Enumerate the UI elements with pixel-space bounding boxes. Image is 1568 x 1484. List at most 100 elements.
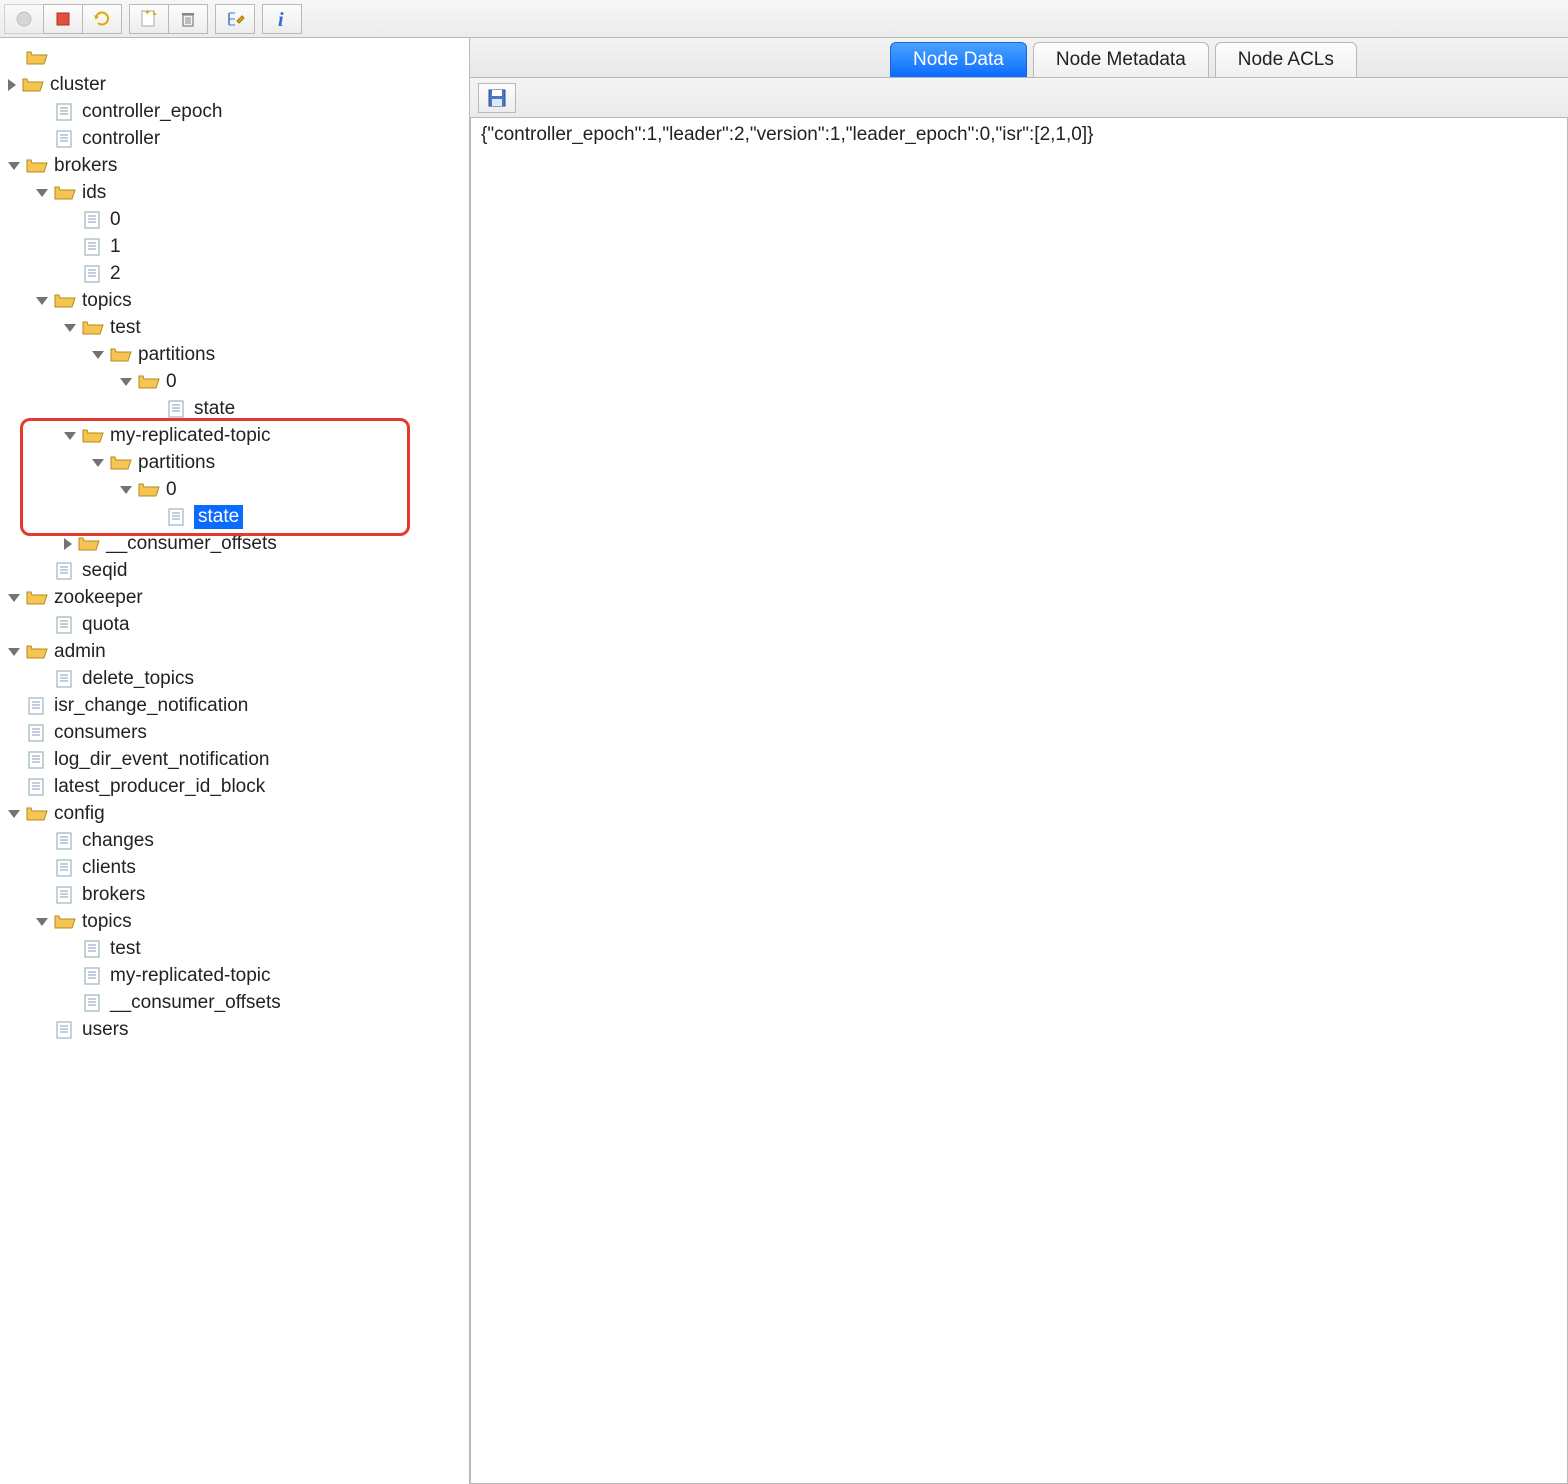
disclosure-triangle-icon[interactable]	[92, 351, 104, 359]
tree-node-test[interactable]: test	[8, 935, 469, 962]
file-icon	[26, 777, 48, 797]
disclosure-triangle-icon[interactable]	[8, 594, 20, 602]
tab-node-metadata[interactable]: Node Metadata	[1033, 42, 1209, 77]
tree-node-0[interactable]: 0	[8, 368, 469, 395]
tree-node-label: 0	[166, 371, 177, 393]
disclosure-triangle-icon[interactable]	[92, 459, 104, 467]
disclosure-triangle-icon[interactable]	[64, 432, 76, 440]
tree-node-label: consumers	[54, 722, 147, 744]
folder-icon	[82, 318, 104, 338]
tree-node-users[interactable]: users	[8, 1016, 469, 1043]
tree-node-log_dir_event_notification[interactable]: log_dir_event_notification	[8, 746, 469, 773]
tree-node-test[interactable]: test	[8, 314, 469, 341]
tree-node-label: state	[194, 398, 235, 420]
tree-node-2[interactable]: 2	[8, 260, 469, 287]
tree-node-label: controller_epoch	[82, 101, 222, 123]
tree-node-__consumer_offsets[interactable]: __consumer_offsets	[8, 989, 469, 1016]
file-icon	[166, 507, 188, 527]
folder-icon	[26, 588, 48, 608]
tree-node-label: __consumer_offsets	[106, 533, 277, 555]
tree-node-state[interactable]: state	[8, 503, 469, 530]
tree-node-consumers[interactable]: consumers	[8, 719, 469, 746]
tab-node-data[interactable]: Node Data	[890, 42, 1027, 77]
tree-node-partitions[interactable]: partitions	[8, 341, 469, 368]
tree-node-topics[interactable]: topics	[8, 908, 469, 935]
tree-node-isr_change_notification[interactable]: isr_change_notification	[8, 692, 469, 719]
file-icon	[82, 237, 104, 257]
file-icon	[54, 561, 76, 581]
file-icon	[82, 939, 104, 959]
tree-node-label: zookeeper	[54, 587, 143, 609]
tree-node-brokers[interactable]: brokers	[8, 152, 469, 179]
stop-button[interactable]	[43, 4, 83, 34]
disclosure-triangle-icon[interactable]	[8, 79, 16, 91]
disclosure-triangle-icon[interactable]	[36, 189, 48, 197]
tree-node-seqid[interactable]: seqid	[8, 557, 469, 584]
tree-node-my-replicated-topic[interactable]: my-replicated-topic	[8, 422, 469, 449]
info-button[interactable]	[262, 4, 302, 34]
tree-node-quota[interactable]: quota	[8, 611, 469, 638]
tree-node-label: delete_topics	[82, 668, 194, 690]
delete-button[interactable]	[168, 4, 208, 34]
tree-node-zookeeper[interactable]: zookeeper	[8, 584, 469, 611]
tree-node-topics[interactable]: topics	[8, 287, 469, 314]
disclosure-triangle-icon[interactable]	[64, 324, 76, 332]
refresh-button[interactable]	[82, 4, 122, 34]
folder-icon	[26, 48, 48, 68]
tree-node-label: 0	[166, 479, 177, 501]
tree-node-0[interactable]: 0	[8, 206, 469, 233]
tree-node-root[interactable]	[8, 44, 469, 71]
folder-icon	[26, 156, 48, 176]
file-icon	[54, 858, 76, 878]
tree-node-label: ids	[82, 182, 106, 204]
tree-node-label: users	[82, 1019, 128, 1041]
tree-node-ids[interactable]: ids	[8, 179, 469, 206]
tree-node-label: 1	[110, 236, 121, 258]
disclosure-triangle-icon[interactable]	[8, 162, 20, 170]
tree-node-1[interactable]: 1	[8, 233, 469, 260]
disclosure-triangle-icon[interactable]	[36, 297, 48, 305]
tree-node-clients[interactable]: clients	[8, 854, 469, 881]
file-icon	[82, 210, 104, 230]
folder-icon	[54, 912, 76, 932]
tree-node-label: isr_change_notification	[54, 695, 248, 717]
disclosure-triangle-icon[interactable]	[8, 648, 20, 656]
tree-node-config[interactable]: config	[8, 800, 469, 827]
tree-node-label: 2	[110, 263, 121, 285]
folder-icon	[82, 426, 104, 446]
save-button[interactable]	[478, 83, 516, 113]
tree-node-delete_topics[interactable]: delete_topics	[8, 665, 469, 692]
disclosure-triangle-icon[interactable]	[36, 918, 48, 926]
tree-node-partitions[interactable]: partitions	[8, 449, 469, 476]
disclosure-triangle-icon[interactable]	[120, 486, 132, 494]
node-data-text[interactable]: {"controller_epoch":1,"leader":2,"versio…	[470, 117, 1568, 1484]
tabs-bar: Node DataNode MetadataNode ACLs	[470, 38, 1568, 78]
folder-icon	[26, 804, 48, 824]
tree-node-latest_producer_id_block[interactable]: latest_producer_id_block	[8, 773, 469, 800]
tree-node-label: seqid	[82, 560, 127, 582]
tree-node-admin[interactable]: admin	[8, 638, 469, 665]
tree-node-my-replicated-topic[interactable]: my-replicated-topic	[8, 962, 469, 989]
tree-node-cluster[interactable]: cluster	[8, 71, 469, 98]
tree-node-controller_epoch[interactable]: controller_epoch	[8, 98, 469, 125]
tree-node-0[interactable]: 0	[8, 476, 469, 503]
tree-node-controller[interactable]: controller	[8, 125, 469, 152]
tree-node-state[interactable]: state	[8, 395, 469, 422]
file-icon	[166, 399, 188, 419]
disclosure-triangle-icon[interactable]	[64, 538, 72, 550]
tree-node-__consumer_offsets[interactable]: __consumer_offsets	[8, 530, 469, 557]
disclosure-triangle-icon[interactable]	[120, 378, 132, 386]
tree-node-changes[interactable]: changes	[8, 827, 469, 854]
tree-view[interactable]: cluster controller_epochcontroller brokers…	[0, 38, 470, 1484]
tree-node-label: latest_producer_id_block	[54, 776, 265, 798]
run-button[interactable]	[4, 4, 44, 34]
new-node-button[interactable]	[129, 4, 169, 34]
edit-tree-button[interactable]	[215, 4, 255, 34]
disclosure-triangle-icon[interactable]	[8, 810, 20, 818]
tree-node-label: brokers	[54, 155, 117, 177]
file-icon	[54, 831, 76, 851]
tab-node-acls[interactable]: Node ACLs	[1215, 42, 1357, 77]
folder-icon	[110, 453, 132, 473]
tree-node-label: partitions	[138, 452, 215, 474]
tree-node-brokers[interactable]: brokers	[8, 881, 469, 908]
